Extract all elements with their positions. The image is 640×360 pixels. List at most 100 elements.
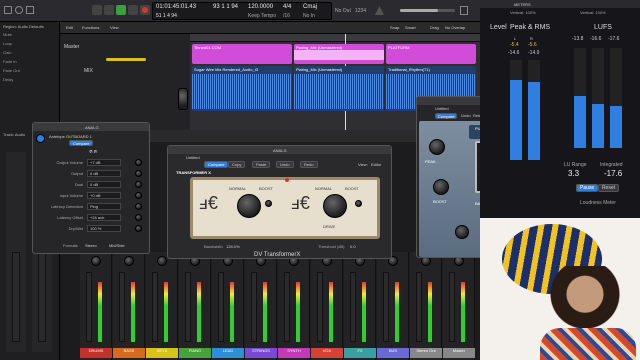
channel-fader[interactable] [317, 272, 323, 342]
parameter-row[interactable]: Input Volume +0 dB [37, 192, 147, 200]
snap-value[interactable]: Smart [405, 25, 416, 30]
control-button[interactable]: Undo [276, 161, 294, 168]
channel-fader[interactable] [284, 272, 290, 342]
parameter-row[interactable]: Latency Offset +24 ach [37, 214, 147, 222]
left-switch[interactable] [265, 200, 272, 207]
control-button[interactable]: Copy [228, 161, 246, 168]
help-icon[interactable] [26, 6, 34, 14]
format-stereo[interactable]: Stereo [85, 243, 97, 248]
mix-track-name[interactable]: MIX [84, 68, 93, 74]
channel-name[interactable]: PIANO [179, 348, 211, 358]
window-titlebar[interactable]: ANALG [168, 146, 391, 154]
region[interactable]: Tinned01.COM [192, 44, 292, 64]
channel-fader[interactable] [119, 272, 125, 342]
channel-name[interactable]: KEYS [146, 348, 178, 358]
master-volume-slider[interactable] [400, 9, 455, 12]
inspector-field[interactable]: Delay [3, 77, 13, 82]
functions-menu[interactable]: Functions [82, 25, 99, 30]
undo-button[interactable]: Undo [461, 113, 471, 118]
channel-fader[interactable] [38, 252, 46, 342]
parameter-row[interactable]: Latency Detection Ping [37, 203, 147, 211]
parameter-value[interactable]: 100 % [87, 225, 121, 232]
region[interactable]: Plating_Mix (Unmastered) [294, 44, 384, 64]
lcd-display[interactable]: 01:01:45:01.43 51 1 4 94 93 1 1 94 120.0… [152, 2, 332, 20]
parameter-row[interactable]: Dry/Wet 100 % [37, 225, 147, 233]
boost-knob[interactable] [433, 179, 449, 195]
ruler[interactable] [190, 34, 480, 42]
meters-titlebar[interactable]: METERS [480, 0, 640, 8]
meter-zoom[interactable]: Vertical: 100% [510, 10, 536, 15]
stage-left-knob[interactable] [237, 194, 261, 218]
channel-fader[interactable] [449, 272, 455, 342]
channel-name[interactable]: Stereo Out [410, 348, 442, 358]
channel-name[interactable]: DRUMS [80, 348, 112, 358]
channel-name[interactable]: VOX [311, 348, 343, 358]
control-button[interactable]: Compare [204, 161, 229, 168]
region[interactable]: PLATFORM [386, 44, 476, 64]
power-button[interactable] [36, 134, 45, 143]
volume-knob[interactable] [178, 88, 188, 110]
channel-name[interactable]: STRINGS [245, 348, 277, 358]
channel-fader[interactable] [185, 272, 191, 342]
drag-value[interactable]: No Overlap [445, 25, 465, 30]
channel-fader[interactable] [12, 252, 20, 342]
compare-button[interactable]: Compare [69, 140, 94, 146]
bandwidth-value[interactable]: 128.0% [226, 244, 240, 249]
inspector-field[interactable]: Fade In [3, 59, 17, 64]
right-switch[interactable] [355, 200, 362, 207]
inspector-field[interactable]: Gain [3, 50, 11, 55]
track-volume-slider[interactable] [106, 58, 146, 61]
parameter-value[interactable]: +24 ach [87, 214, 121, 221]
channel-fader[interactable] [86, 272, 92, 342]
parameter-knob[interactable] [135, 192, 142, 199]
notes-icon[interactable] [460, 6, 468, 15]
pause-button[interactable]: Pause [576, 184, 599, 192]
parameter-row[interactable]: Dual 0 dB [37, 181, 147, 189]
channel-name[interactable]: BASS [113, 348, 145, 358]
parameter-knob[interactable] [135, 159, 142, 166]
pan-knob[interactable] [91, 256, 101, 266]
stage-right-knob[interactable] [323, 194, 347, 218]
control-button[interactable]: Paste [252, 161, 271, 168]
parameter-knob[interactable] [135, 170, 142, 177]
parameter-value[interactable]: Ping [87, 203, 121, 210]
library-icon[interactable] [4, 6, 12, 14]
channel-fader[interactable] [218, 272, 224, 342]
compare-button[interactable]: Compare [435, 113, 458, 119]
inspector-field[interactable]: Loop [3, 41, 12, 46]
inspector-icon[interactable] [15, 6, 23, 14]
channel-name[interactable]: FX [344, 348, 376, 358]
peak-rms-label[interactable]: Peak & RMS [510, 24, 550, 31]
parameter-row[interactable]: Output 0 dB [37, 170, 147, 178]
parameter-knob[interactable] [135, 225, 142, 232]
window-titlebar[interactable]: ANALG [33, 123, 149, 131]
channel-fader[interactable] [383, 272, 389, 342]
pan-knob[interactable] [124, 256, 134, 266]
stop-button[interactable] [128, 5, 138, 15]
master-track-name[interactable]: Master [64, 44, 79, 50]
parameter-knob[interactable] [135, 214, 142, 221]
control-button[interactable]: Redo [300, 161, 318, 168]
view-value[interactable]: Editor [371, 162, 381, 167]
parameter-knob[interactable] [135, 203, 142, 210]
forward-button[interactable] [104, 5, 114, 15]
peak-knob[interactable] [429, 139, 445, 155]
view-menu[interactable]: View [110, 25, 119, 30]
lufs-zoom[interactable]: Vertical: 100% [580, 10, 606, 15]
low-freq-knob[interactable] [455, 225, 469, 239]
format-midside[interactable]: Mid/Side [109, 243, 125, 248]
inspector-field[interactable]: Mute [3, 32, 12, 37]
channel-name[interactable]: LEAD [212, 348, 244, 358]
audio-region[interactable]: Plating_Mix (Unmastered) [294, 66, 384, 111]
inspector-field[interactable]: Fade Out [3, 68, 20, 73]
region-header[interactable]: Region: Audio Defaults [3, 24, 44, 29]
channel-fader[interactable] [416, 272, 422, 342]
parameter-row[interactable]: Output Volume +7 dB [37, 159, 147, 167]
record-button[interactable] [140, 5, 150, 15]
reset-button[interactable]: Reset [598, 184, 620, 192]
play-button[interactable] [116, 5, 126, 15]
channel-fader[interactable] [251, 272, 257, 342]
threshold-value[interactable]: 0.0 [350, 244, 356, 249]
pan-knob[interactable] [157, 256, 167, 266]
audio-region[interactable]: Sugar Wire Mix Rendered_Audio_t3 [192, 66, 292, 111]
